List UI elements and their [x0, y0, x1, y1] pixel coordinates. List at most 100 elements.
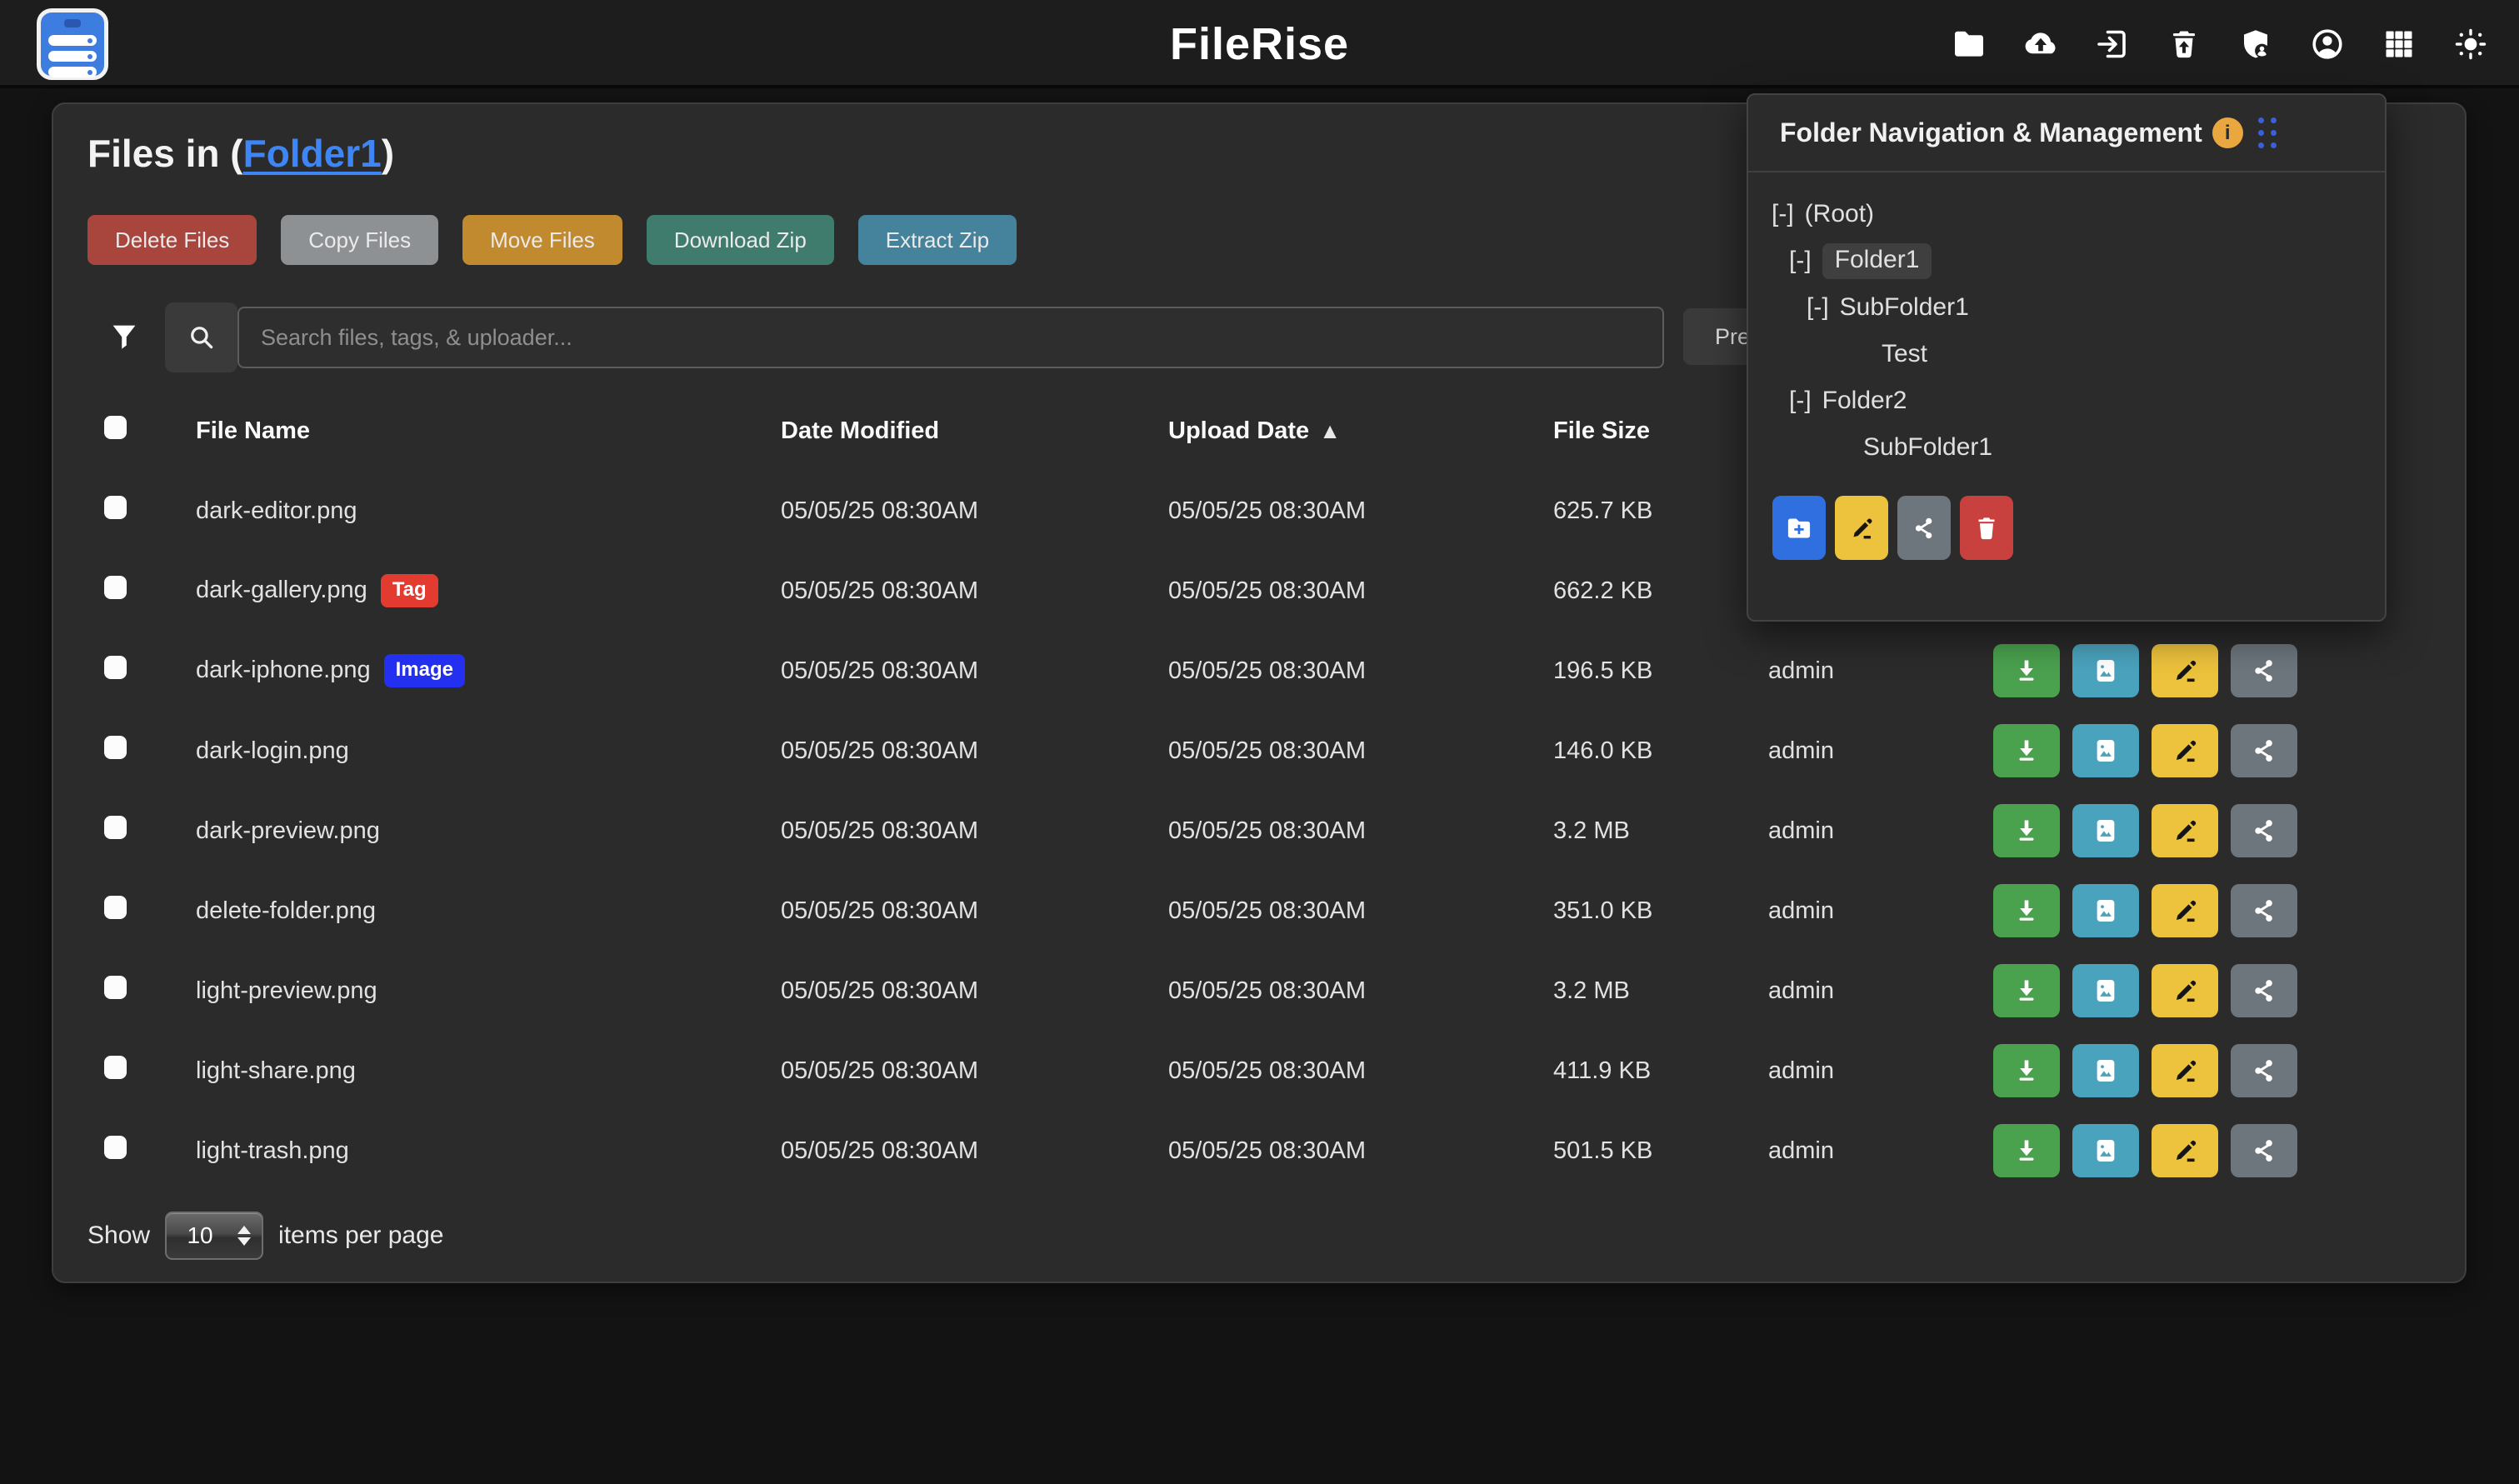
share-icon — [2248, 895, 2280, 927]
folder-tree-item-test[interactable]: Test — [1748, 331, 2385, 377]
rename-file-button[interactable] — [2152, 1124, 2218, 1177]
items-per-page-select[interactable]: 10 — [165, 1212, 263, 1260]
info-icon[interactable]: i — [2212, 117, 2243, 148]
row-checkbox[interactable] — [104, 656, 127, 679]
file-size-cell: 3.2 MB — [1553, 951, 1768, 1031]
download-file-button[interactable] — [1993, 964, 2060, 1017]
download-file-button[interactable] — [1993, 884, 2060, 937]
row-checkbox[interactable] — [104, 576, 127, 599]
rename-file-button[interactable] — [2152, 964, 2218, 1017]
download-file-button[interactable] — [1993, 644, 2060, 697]
folder-tree-item-folder2[interactable]: [-]Folder2 — [1748, 377, 2385, 424]
preview-image-button[interactable] — [2072, 724, 2139, 777]
folder-tree-item--root-[interactable]: [-] (Root) — [1748, 191, 2385, 237]
download-file-button[interactable] — [1993, 1044, 2060, 1097]
rename-file-button[interactable] — [2152, 1044, 2218, 1097]
app-title: FileRise — [1170, 18, 1349, 70]
preview-image-button[interactable] — [2072, 964, 2139, 1017]
folder-icon[interactable] — [1951, 26, 1987, 62]
admin-shield-icon[interactable] — [2237, 26, 2274, 62]
row-checkbox[interactable] — [104, 496, 127, 519]
row-checkbox[interactable] — [104, 1136, 127, 1159]
share-file-button[interactable] — [2231, 1044, 2297, 1097]
rename-file-button[interactable] — [2152, 644, 2218, 697]
sign-out-icon[interactable] — [2094, 26, 2131, 62]
restore-trash-icon[interactable] — [2166, 26, 2202, 62]
folder-tree-item-folder1[interactable]: [-]Folder1 — [1748, 237, 2385, 284]
file-size-cell: 662.2 KB — [1553, 551, 1768, 631]
folder-tree-item-subfolder1[interactable]: [-]SubFolder1 — [1748, 284, 2385, 331]
create-folder-button[interactable] — [1772, 496, 1826, 560]
filerise-app: { "app": { "title": "FileRise" }, "heade… — [0, 0, 2519, 1484]
preview-image-button[interactable] — [2072, 884, 2139, 937]
collapse-toggle[interactable]: [-] — [1789, 387, 1812, 415]
folder-label: (Root) — [1805, 200, 1874, 228]
folder-plus-icon — [1784, 513, 1814, 543]
rename-file-button[interactable] — [2152, 724, 2218, 777]
share-file-button[interactable] — [2231, 644, 2297, 697]
cloud-upload-icon — [2022, 26, 2059, 62]
row-checkbox[interactable] — [104, 816, 127, 839]
row-checkbox[interactable] — [104, 1056, 127, 1079]
file-name: dark-gallery.png — [196, 577, 367, 603]
extract-zip-button[interactable]: Extract Zip — [858, 215, 1017, 265]
select-all-checkbox[interactable] — [104, 416, 127, 439]
uploader-cell: admin — [1768, 711, 1993, 791]
drag-handle-icon[interactable] — [2258, 117, 2277, 148]
filerise-logo[interactable] — [37, 8, 108, 80]
cloud-upload-icon[interactable] — [2022, 26, 2059, 62]
delete-folder-button[interactable] — [1960, 496, 2013, 560]
column-header-upload-date[interactable]: Upload Date▲ — [1168, 391, 1553, 471]
file-toolbar: Delete Files Copy Files Move Files Download… — [87, 215, 1017, 265]
delete-files-button[interactable]: Delete Files — [87, 215, 257, 265]
file-name: dark-preview.png — [196, 817, 380, 844]
search-icon — [165, 302, 237, 372]
table-row: delete-folder.png05/05/25 08:30AM05/05/2… — [87, 871, 2385, 951]
copy-files-button[interactable]: Copy Files — [281, 215, 438, 265]
preview-image-button[interactable] — [2072, 1044, 2139, 1097]
share-folder-button[interactable] — [1897, 496, 1951, 560]
download-file-button[interactable] — [1993, 804, 2060, 857]
download-zip-button[interactable]: Download Zip — [647, 215, 834, 265]
collapse-toggle[interactable]: [-] — [1772, 200, 1794, 228]
download-file-button[interactable] — [1993, 1124, 2060, 1177]
share-icon — [2248, 1055, 2280, 1087]
collapse-toggle[interactable]: [-] — [1807, 293, 1829, 322]
share-file-button[interactable] — [2231, 724, 2297, 777]
row-actions — [1993, 1111, 2385, 1191]
apps-grid-icon[interactable] — [2381, 26, 2417, 62]
download-file-button[interactable] — [1993, 724, 2060, 777]
folder-tree-item-subfolder1[interactable]: SubFolder1 — [1748, 424, 2385, 471]
file-size-cell: 351.0 KB — [1553, 871, 1768, 951]
date-modified-cell: 05/05/25 08:30AM — [781, 711, 1168, 791]
move-files-button[interactable]: Move Files — [462, 215, 622, 265]
rename-folder-button[interactable] — [1835, 496, 1888, 560]
row-checkbox[interactable] — [104, 976, 127, 999]
row-checkbox[interactable] — [104, 736, 127, 759]
collapse-toggle[interactable]: [-] — [1789, 247, 1812, 275]
current-folder-link[interactable]: Folder1 — [243, 132, 382, 175]
column-header-file-name[interactable]: File Name — [196, 391, 781, 471]
file-name: light-preview.png — [196, 977, 377, 1004]
row-checkbox[interactable] — [104, 896, 127, 919]
user-account-icon[interactable] — [2309, 26, 2346, 62]
share-file-button[interactable] — [2231, 884, 2297, 937]
column-header-date-modified[interactable]: Date Modified — [781, 391, 1168, 471]
column-header-file-size[interactable]: File Size — [1553, 391, 1768, 471]
preview-image-button[interactable] — [2072, 1124, 2139, 1177]
share-file-button[interactable] — [2231, 1124, 2297, 1177]
rename-file-button[interactable] — [2152, 884, 2218, 937]
preview-image-button[interactable] — [2072, 804, 2139, 857]
search-input[interactable] — [237, 307, 1664, 368]
upload-date-cell: 05/05/25 08:30AM — [1168, 791, 1553, 871]
file-size-cell: 501.5 KB — [1553, 1111, 1768, 1191]
share-file-button[interactable] — [2231, 964, 2297, 1017]
light-mode-icon[interactable] — [2452, 26, 2489, 62]
file-name: dark-login.png — [196, 737, 349, 764]
edit-icon — [2169, 655, 2201, 687]
rename-file-button[interactable] — [2152, 804, 2218, 857]
share-file-button[interactable] — [2231, 804, 2297, 857]
preview-image-button[interactable] — [2072, 644, 2139, 697]
filter-icon[interactable] — [107, 320, 142, 355]
file-name: dark-iphone.png — [196, 657, 371, 683]
